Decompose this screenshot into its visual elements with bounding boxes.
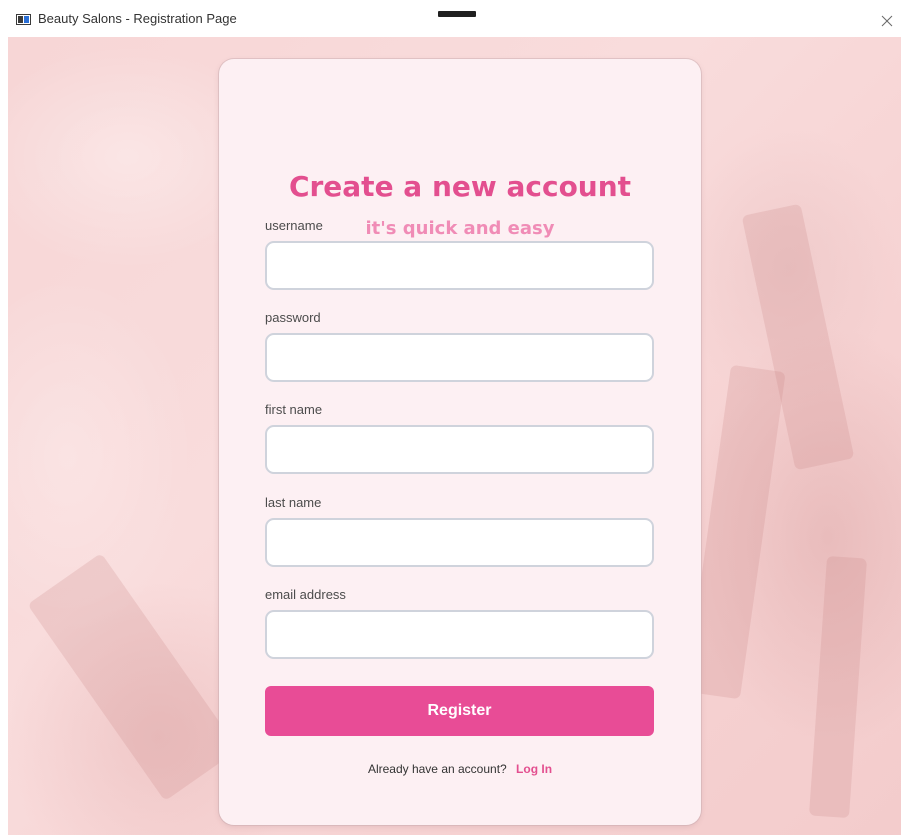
login-link[interactable]: Log In bbox=[516, 762, 552, 776]
password-label: password bbox=[265, 310, 321, 325]
email-label: email address bbox=[265, 587, 346, 602]
username-label: username bbox=[265, 218, 323, 233]
close-icon[interactable] bbox=[880, 13, 894, 27]
registration-card: Create a new account it's quick and easy… bbox=[219, 59, 701, 825]
login-prompt-text: Already have an account? bbox=[367, 762, 507, 776]
window-title: Beauty Salons - Registration Page bbox=[38, 11, 237, 26]
username-input[interactable] bbox=[265, 241, 654, 290]
email-input[interactable] bbox=[265, 610, 654, 659]
app-window: Beauty Salons - Registration Page Create… bbox=[0, 0, 901, 835]
last-name-input[interactable] bbox=[265, 518, 654, 567]
last-name-label: last name bbox=[265, 495, 322, 510]
drag-handle[interactable] bbox=[438, 11, 476, 17]
password-input[interactable] bbox=[265, 333, 654, 382]
register-button[interactable]: Register bbox=[265, 686, 654, 736]
login-prompt-row: Already have an account? Log In bbox=[219, 762, 701, 776]
page-title: Create a new account bbox=[288, 170, 632, 203]
first-name-input[interactable] bbox=[265, 425, 654, 474]
first-name-label: first name bbox=[265, 402, 323, 417]
title-bar[interactable]: Beauty Salons - Registration Page bbox=[0, 0, 901, 37]
app-icon bbox=[16, 14, 31, 25]
